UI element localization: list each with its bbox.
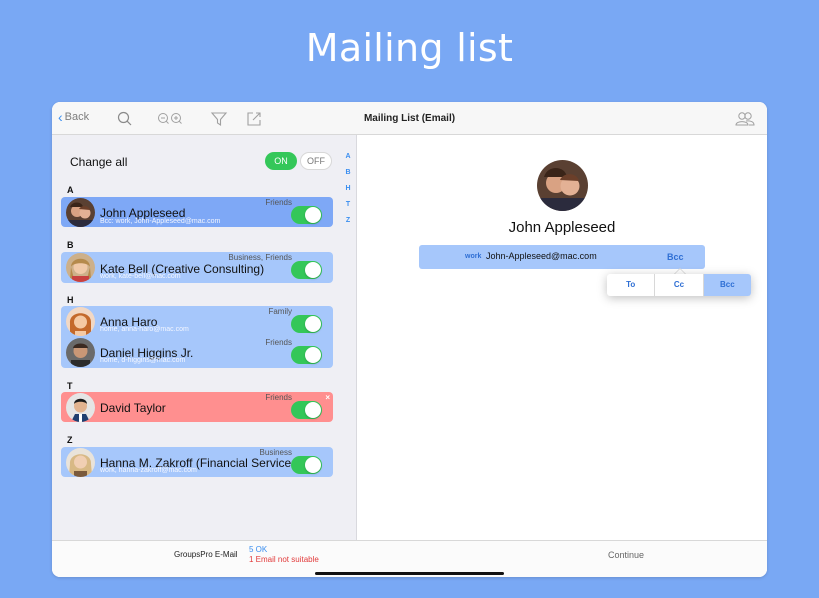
app-name: GroupsPro E-Mail bbox=[174, 550, 238, 559]
include-toggle[interactable] bbox=[291, 401, 322, 419]
contact-email: home, d-higgins@mac.com bbox=[100, 357, 186, 364]
contact-email: Bcc: work, John-Appleseed@mac.com bbox=[100, 218, 221, 225]
contact-detail-pane: John Appleseed work John-Appleseed@mac.c… bbox=[357, 135, 767, 540]
app-window: ‹ Back Mailing List (Email) Change all O… bbox=[52, 102, 767, 577]
avatar bbox=[66, 338, 95, 367]
contact-email: work, kate-bell@mac.com bbox=[100, 273, 181, 280]
contact-email: work, hanna-zakroff@mac.com bbox=[100, 467, 197, 474]
section-header: H bbox=[67, 295, 74, 305]
index-letter[interactable]: B bbox=[343, 165, 353, 181]
recipient-type-label[interactable]: Bcc bbox=[667, 252, 684, 262]
index-letter[interactable]: A bbox=[343, 149, 353, 165]
all-off-button[interactable]: OFF bbox=[300, 152, 332, 170]
avatar bbox=[66, 392, 95, 422]
index-letter[interactable]: H bbox=[343, 181, 353, 197]
section-header: A bbox=[67, 185, 74, 195]
avatar bbox=[66, 253, 95, 282]
navigation-bar: ‹ Back Mailing List (Email) bbox=[52, 102, 767, 135]
close-icon[interactable]: × bbox=[325, 393, 330, 402]
avatar-large bbox=[537, 160, 588, 211]
index-letter[interactable]: T bbox=[343, 197, 353, 213]
avatar bbox=[66, 197, 95, 227]
avatar bbox=[66, 447, 95, 477]
section-header: T bbox=[67, 381, 73, 391]
include-toggle[interactable] bbox=[291, 206, 322, 224]
option-bcc[interactable]: Bcc bbox=[703, 274, 751, 296]
contact-row-error[interactable]: David Taylor Friends × bbox=[61, 392, 333, 422]
error-status: 1 Email not suitable bbox=[249, 555, 319, 564]
home-indicator bbox=[315, 572, 504, 575]
bottom-toolbar: GroupsPro E-Mail 5 OK 1 Email not suitab… bbox=[52, 540, 767, 577]
include-toggle[interactable] bbox=[291, 346, 322, 364]
contact-group: Friends bbox=[265, 393, 292, 402]
index-letter[interactable]: Z bbox=[343, 213, 353, 229]
email-address-row[interactable]: work John-Appleseed@mac.com Bcc bbox=[419, 245, 705, 269]
email-type-label: work bbox=[465, 253, 482, 260]
recipient-type-segment: To Cc Bcc bbox=[607, 274, 751, 296]
contact-group: Business bbox=[259, 448, 292, 457]
contact-group: Friends bbox=[265, 338, 292, 347]
contact-group: Business, Friends bbox=[228, 253, 292, 262]
include-toggle[interactable] bbox=[291, 261, 322, 279]
contact-name: David Taylor bbox=[100, 401, 166, 415]
contact-group-block: Anna Haro home, anna-haro@mac.com Family… bbox=[61, 306, 333, 368]
contact-row[interactable]: Hanna M. Zakroff (Financial Services) wo… bbox=[61, 447, 333, 477]
all-on-button[interactable]: ON bbox=[265, 152, 297, 170]
page-title: Mailing List (Email) bbox=[363, 113, 456, 124]
email-address: John-Appleseed@mac.com bbox=[486, 251, 597, 261]
recipient-type-popover: To Cc Bcc bbox=[607, 269, 751, 299]
hero-title: Mailing list bbox=[305, 26, 514, 70]
contact-email: home, anna-haro@mac.com bbox=[100, 326, 189, 333]
change-all-label: Change all bbox=[70, 155, 128, 169]
contact-row[interactable]: Kate Bell (Creative Consulting) work, ka… bbox=[61, 252, 333, 283]
contact-list-pane: Change all ON OFF A B H T Z A John Apple… bbox=[52, 135, 357, 540]
include-toggle[interactable] bbox=[291, 456, 322, 474]
ok-status: 5 OK bbox=[249, 545, 268, 554]
section-header: Z bbox=[67, 435, 73, 445]
section-index[interactable]: A B H T Z bbox=[343, 149, 353, 229]
include-toggle[interactable] bbox=[291, 315, 322, 333]
detail-contact-name: John Appleseed bbox=[508, 219, 616, 236]
contacts-icon[interactable] bbox=[734, 110, 756, 128]
avatar bbox=[66, 307, 95, 336]
option-to[interactable]: To bbox=[607, 274, 656, 296]
contact-group: Family bbox=[268, 307, 292, 316]
continue-button[interactable]: Continue bbox=[608, 550, 644, 560]
option-cc[interactable]: Cc bbox=[655, 274, 704, 296]
contact-group: Friends bbox=[265, 198, 292, 207]
section-header: B bbox=[67, 240, 74, 250]
contact-row[interactable]: John Appleseed Bcc: work, John-Appleseed… bbox=[61, 197, 333, 227]
